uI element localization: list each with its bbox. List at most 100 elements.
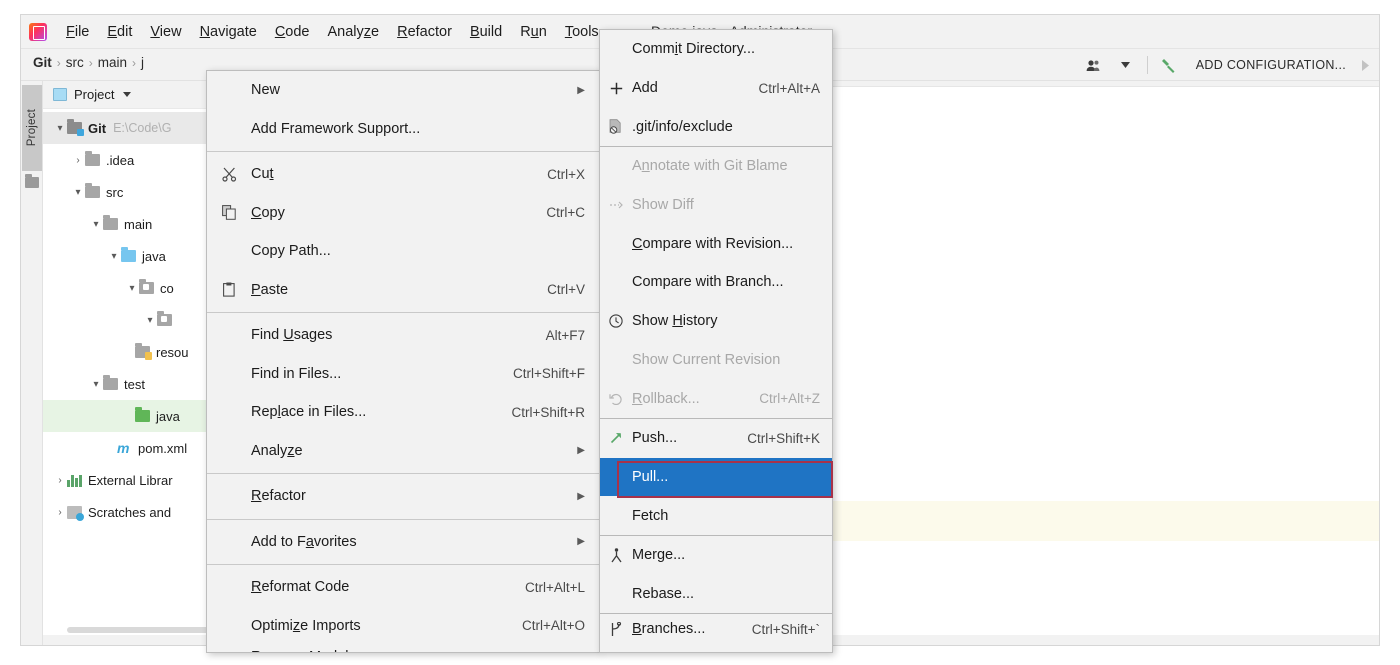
breadcrumb: Git › src › main › j [33, 55, 144, 70]
project-context-menu[interactable]: New ▶ Add Framework Support... Cut Ctrl+… [206, 70, 600, 653]
git-submenu[interactable]: Commit Directory... Add Ctrl+Alt+A .git/… [599, 29, 833, 653]
menu-item-label: Rebase... [632, 585, 695, 602]
git-menu-item-pull[interactable]: Pull... [600, 457, 832, 497]
tree-label: Git [88, 120, 107, 136]
copy-icon [207, 205, 251, 221]
menu-separator [207, 564, 599, 565]
menu-edit[interactable]: Edit [98, 21, 141, 43]
chevron-down-icon[interactable] [123, 92, 132, 97]
expand-arrow-icon[interactable]: ▾ [89, 219, 103, 230]
menu-run[interactable]: Run [511, 21, 556, 43]
menu-item-shortcut: Ctrl+Alt+L [524, 579, 585, 595]
git-menu-item-compare-with-branch[interactable]: Compare with Branch... [600, 263, 832, 302]
expand-arrow-icon[interactable]: ▾ [107, 251, 121, 262]
menu-code[interactable]: Code [266, 21, 319, 43]
scissors-icon [207, 167, 251, 182]
submenu-arrow-icon: ▶ [577, 536, 585, 548]
folder-icon [103, 375, 118, 390]
menu-navigate[interactable]: Navigate [191, 21, 266, 43]
context-menu-item-remove-module[interactable]: Remove Module Delete [207, 645, 599, 653]
user-avatar-icon[interactable] [1083, 55, 1105, 75]
menu-item-label: .git/info/exclude [632, 118, 733, 135]
menu-analyze[interactable]: Analyze [319, 21, 389, 43]
context-menu-item-add-to-favorites[interactable]: Add to Favorites ▶ [207, 523, 599, 562]
project-panel-header[interactable]: Project [43, 81, 228, 109]
collapse-arrow-icon[interactable]: › [53, 475, 67, 486]
menu-build[interactable]: Build [461, 21, 511, 43]
breadcrumb-item-3[interactable]: j [141, 55, 144, 70]
git-menu-item-merge[interactable]: Merge... [600, 536, 832, 575]
menu-file[interactable]: File [57, 21, 98, 43]
menu-item-label: Rollback... [632, 390, 700, 407]
project-view-icon [53, 88, 67, 101]
context-menu-item-cut[interactable]: Cut Ctrl+X [207, 155, 599, 194]
expand-arrow-icon[interactable]: ▾ [143, 315, 157, 326]
context-menu-item-copy[interactable]: Copy Ctrl+C [207, 194, 599, 233]
git-menu-item-branches[interactable]: Branches... Ctrl+Shift+` [600, 614, 832, 644]
expand-arrow-icon[interactable]: ▾ [125, 283, 139, 294]
chevron-right-icon[interactable] [1362, 59, 1369, 71]
tree-row-test-java[interactable]: ▾ java [43, 400, 228, 432]
tree-row-main[interactable]: ▾ main [43, 208, 228, 240]
screenshot-root: File Edit View Navigate Code Analyze Ref… [0, 0, 1400, 665]
navbar-toolbar: ADD CONFIGURATION... [1083, 53, 1369, 77]
git-menu-item-fetch[interactable]: Fetch [600, 496, 832, 535]
chevron-down-icon[interactable] [1115, 55, 1137, 75]
build-hammer-icon[interactable] [1158, 55, 1180, 75]
menu-item-label: Show History [632, 313, 718, 330]
tree-label: .idea [106, 152, 135, 168]
context-menu-item-replace-in-files[interactable]: Replace in Files... Ctrl+Shift+R [207, 393, 599, 432]
breadcrumb-item-0[interactable]: Git [33, 55, 52, 70]
menu-separator [207, 151, 599, 152]
menu-item-label: Compare with Branch... [632, 274, 784, 291]
source-folder-icon [121, 247, 136, 262]
git-menu-item-push[interactable]: Push... Ctrl+Shift+K [600, 419, 832, 458]
tree-row-pom-xml[interactable]: ▾ m pom.xml [43, 432, 228, 464]
tree-row-package-nested[interactable]: ▾ [43, 304, 228, 336]
branch-icon [600, 621, 632, 637]
add-configuration-button[interactable]: ADD CONFIGURATION... [1190, 58, 1352, 72]
folder-icon[interactable] [25, 174, 39, 188]
context-menu-item-analyze[interactable]: Analyze ▶ [207, 432, 599, 471]
tree-row-idea[interactable]: › .idea [43, 144, 228, 176]
tree-row-src[interactable]: ▾ src [43, 176, 228, 208]
git-menu-item-rebase[interactable]: Rebase... [600, 575, 832, 614]
context-menu-item-copy-path[interactable]: Copy Path... [207, 232, 599, 271]
collapse-arrow-icon[interactable]: › [71, 155, 85, 166]
context-menu-item-new[interactable]: New ▶ [207, 71, 599, 110]
expand-arrow-icon[interactable]: ▾ [53, 123, 67, 134]
tool-window-tab-project[interactable]: Project [22, 85, 42, 171]
git-menu-item-commit-directory[interactable]: Commit Directory... [600, 30, 832, 69]
tree-row-scratches[interactable]: › Scratches and [43, 496, 228, 528]
project-horizontal-scrollbar[interactable] [67, 627, 222, 633]
menu-item-shortcut: Delete [526, 650, 585, 653]
toolbar-divider [1146, 56, 1148, 74]
menu-view[interactable]: View [141, 21, 190, 43]
expand-arrow-icon[interactable]: ▾ [89, 379, 103, 390]
git-menu-item-show-history[interactable]: Show History [600, 302, 832, 341]
context-menu-item-reformat-code[interactable]: Reformat Code Ctrl+Alt+L [207, 568, 599, 607]
tree-row-main-java[interactable]: ▾ java [43, 240, 228, 272]
test-source-folder-icon [135, 407, 150, 422]
tree-label: java [156, 408, 180, 424]
tree-row-git[interactable]: ▾ Git E:\Code\G [43, 112, 228, 144]
git-menu-item-add[interactable]: Add Ctrl+Alt+A [600, 69, 832, 108]
context-menu-item-paste[interactable]: Paste Ctrl+V [207, 271, 599, 310]
expand-arrow-icon[interactable]: ▾ [71, 187, 85, 198]
context-menu-item-refactor[interactable]: Refactor ▶ [207, 477, 599, 516]
tree-row-resources[interactable]: ▾ resou [43, 336, 228, 368]
context-menu-item-find-usages[interactable]: Find Usages Alt+F7 [207, 316, 599, 355]
menu-refactor[interactable]: Refactor [388, 21, 461, 43]
breadcrumb-separator-icon: › [132, 55, 137, 70]
tree-row-test[interactable]: ▾ test [43, 368, 228, 400]
breadcrumb-item-1[interactable]: src [66, 55, 84, 70]
collapse-arrow-icon[interactable]: › [53, 507, 67, 518]
git-menu-item-compare-with-revision[interactable]: Compare with Revision... [600, 224, 832, 263]
context-menu-item-optimize-imports[interactable]: Optimize Imports Ctrl+Alt+O [207, 607, 599, 646]
context-menu-item-add-framework-support[interactable]: Add Framework Support... [207, 110, 599, 149]
tree-row-package-co[interactable]: ▾ co [43, 272, 228, 304]
breadcrumb-item-2[interactable]: main [98, 55, 127, 70]
tree-row-external-libraries[interactable]: › External Librar [43, 464, 228, 496]
context-menu-item-find-in-files[interactable]: Find in Files... Ctrl+Shift+F [207, 355, 599, 394]
git-menu-item-git-info-exclude[interactable]: .git/info/exclude [600, 107, 832, 146]
